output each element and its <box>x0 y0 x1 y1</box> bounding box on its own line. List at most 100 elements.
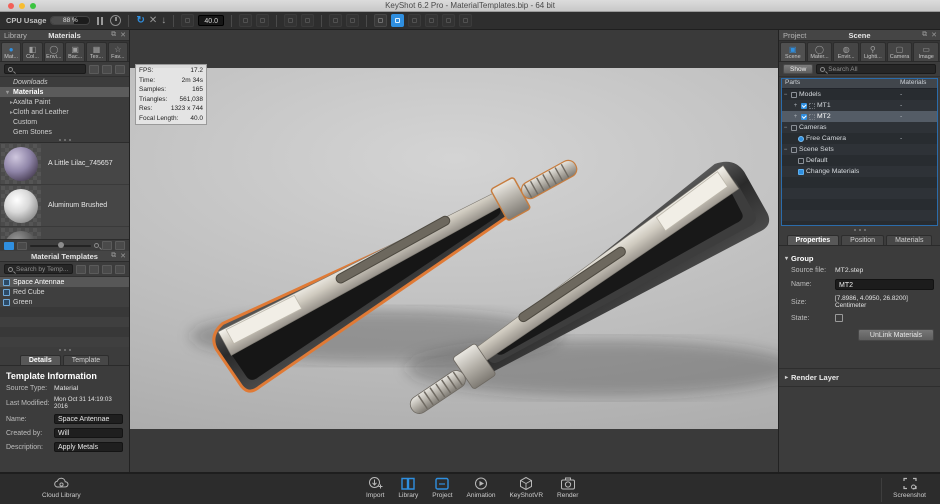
template-name-field[interactable]: Space Antennae <box>54 414 123 424</box>
zoom-icon[interactable] <box>94 243 99 248</box>
library-button[interactable]: Library <box>398 476 418 499</box>
move-tool-icon[interactable] <box>284 14 297 27</box>
tree-row-mt1[interactable]: +MT1 - <box>782 100 937 111</box>
panel-toggle-icon[interactable] <box>459 14 472 27</box>
dolly-tool-icon[interactable]: ↓ <box>161 14 166 27</box>
created-by-field[interactable]: Will <box>54 428 123 438</box>
reset-camera-icon[interactable]: ↻ <box>136 14 144 27</box>
template-item-red-cube[interactable]: Red Cube <box>0 287 129 297</box>
description-field[interactable]: Apply Metals <box>54 442 123 452</box>
tab-colors[interactable]: ◧ Col... <box>22 42 42 61</box>
tree-row-change-materials[interactable]: Change Materials <box>782 166 937 177</box>
folder-gem-stones[interactable]: Gem Stones <box>0 127 129 137</box>
tab-position[interactable]: Position <box>841 235 884 245</box>
perspective-tool-icon[interactable] <box>239 14 252 27</box>
add-template-icon[interactable] <box>76 265 86 274</box>
import-template-icon[interactable] <box>102 265 112 274</box>
presentation-tool-icon[interactable] <box>442 14 455 27</box>
tab-properties[interactable]: Properties <box>787 235 840 245</box>
tab-camera[interactable]: ▢ Camera <box>887 42 913 61</box>
expand-icon[interactable]: ▸ <box>4 99 11 106</box>
folder-cloth-and-leather[interactable]: ▸ Cloth and Leather <box>0 107 129 117</box>
denoise-tool-icon[interactable] <box>408 14 421 27</box>
library-search-input[interactable] <box>4 64 86 74</box>
templates-popout-icon[interactable]: ⧉ <box>111 252 116 260</box>
library-close-icon[interactable]: ✕ <box>120 31 126 39</box>
tree-row-scene-sets[interactable]: −Scene Sets <box>782 144 937 155</box>
show-button[interactable]: Show <box>783 64 813 74</box>
render-layer-section[interactable]: ▸ Render Layer <box>779 368 940 387</box>
tab-environment[interactable]: ◍ Envir... <box>833 42 859 61</box>
parts-column-header[interactable]: Parts <box>782 79 900 88</box>
tab-materials-props[interactable]: Materials <box>886 235 932 245</box>
folder-downloads[interactable]: Downloads <box>0 77 129 87</box>
pause-button[interactable] <box>94 15 106 27</box>
environment-tool-icon[interactable] <box>374 14 387 27</box>
tree-row-models[interactable]: −Models - <box>782 89 937 100</box>
unlink-materials-button[interactable]: UnLink Materials <box>858 329 934 341</box>
materials-column-header[interactable]: Materials <box>900 79 926 88</box>
collapse-icon[interactable]: ▾ <box>4 89 11 96</box>
visibility-checkbox[interactable] <box>801 103 807 109</box>
tree-row-default[interactable]: Default <box>782 155 937 166</box>
group-section-header[interactable]: ▾ Group <box>779 250 940 267</box>
list-view-icon[interactable] <box>4 242 14 250</box>
project-close-icon[interactable]: ✕ <box>931 31 937 39</box>
project-button[interactable]: Project <box>432 476 452 499</box>
grid-view-icon[interactable] <box>17 242 27 250</box>
tab-lighting[interactable]: ⚲ Lighti... <box>860 42 886 61</box>
visibility-checkbox[interactable] <box>801 114 807 120</box>
refresh-library-icon[interactable] <box>115 65 125 74</box>
material-item-partial[interactable] <box>0 227 129 239</box>
tab-textures[interactable]: ▦ Tex... <box>86 42 106 61</box>
folder-axalta-paint[interactable]: ▸ Axalta Paint <box>0 97 129 107</box>
tab-favorites[interactable]: ☆ Fav... <box>108 42 128 61</box>
templates-search-input[interactable]: Search by Temp... <box>4 264 73 274</box>
keyshotvr-button[interactable]: KeyShotVR <box>509 476 543 499</box>
material-item-lilac[interactable]: A Little Lilac_745657 <box>0 143 129 185</box>
animation-button[interactable]: Animation <box>467 476 496 499</box>
tab-backplates[interactable]: ▣ Bac... <box>65 42 85 61</box>
templates-close-icon[interactable]: ✕ <box>120 252 126 260</box>
tab-materials[interactable]: ● Mat... <box>1 42 21 61</box>
template-item-green[interactable]: Green <box>0 297 129 307</box>
cloud-library-button[interactable]: Cloud Library <box>42 476 81 499</box>
tab-material[interactable]: ◯ Mater... <box>807 42 833 61</box>
focal-length-value[interactable]: 40.0 <box>198 15 224 26</box>
tab-scene[interactable]: ▣ Scene <box>780 42 806 61</box>
render-area[interactable] <box>130 68 778 429</box>
focal-length-icon[interactable] <box>181 14 194 27</box>
folder-materials[interactable]: ▾ Materials <box>0 87 129 97</box>
tab-details[interactable]: Details <box>20 355 61 365</box>
state-icon[interactable] <box>835 314 843 322</box>
tree-row-cameras[interactable]: −Cameras <box>782 122 937 133</box>
folder-up-icon[interactable] <box>89 65 99 74</box>
project-popout-icon[interactable]: ⧉ <box>922 31 927 39</box>
tumble-tool-icon[interactable]: ✕ <box>149 14 157 27</box>
render-button[interactable]: Render <box>557 476 578 499</box>
library-popout-icon[interactable]: ⧉ <box>111 31 116 39</box>
screenshot-button[interactable]: Screenshot <box>893 476 926 499</box>
folder-custom[interactable]: Custom <box>0 117 129 127</box>
performance-mode-icon[interactable] <box>391 14 404 27</box>
fullscreen-tool-icon[interactable] <box>425 14 438 27</box>
material-item-aluminum[interactable]: Aluminum Brushed <box>0 185 129 227</box>
tree-row-mt2[interactable]: +MT2 - <box>782 111 937 122</box>
realtime-viewport[interactable]: FPS:17.2 Time:2m 34s Samples:165 Triangl… <box>130 30 778 472</box>
snapshot-tool-icon[interactable] <box>329 14 342 27</box>
expand-icon[interactable]: ▸ <box>4 109 11 116</box>
scene-search-input[interactable]: Search All <box>816 64 936 74</box>
walkthrough-tool-icon[interactable] <box>256 14 269 27</box>
cpu-usage-slider[interactable]: 88 % <box>50 16 90 25</box>
geometry-view-icon[interactable] <box>301 14 314 27</box>
new-folder-icon[interactable] <box>102 65 112 74</box>
import-button[interactable]: Import <box>366 476 384 499</box>
template-item-space-antennae[interactable]: Space Antennae <box>0 277 129 287</box>
tab-template[interactable]: Template <box>63 355 109 365</box>
tree-row-free-camera[interactable]: Free Camera - <box>782 133 937 144</box>
thumbnail-size-slider[interactable] <box>30 245 91 247</box>
splitter-handle[interactable] <box>779 227 940 232</box>
tab-environments[interactable]: ◯ Envi... <box>44 42 64 61</box>
grid-tool-icon[interactable] <box>346 14 359 27</box>
region-render-icon[interactable] <box>110 15 121 26</box>
